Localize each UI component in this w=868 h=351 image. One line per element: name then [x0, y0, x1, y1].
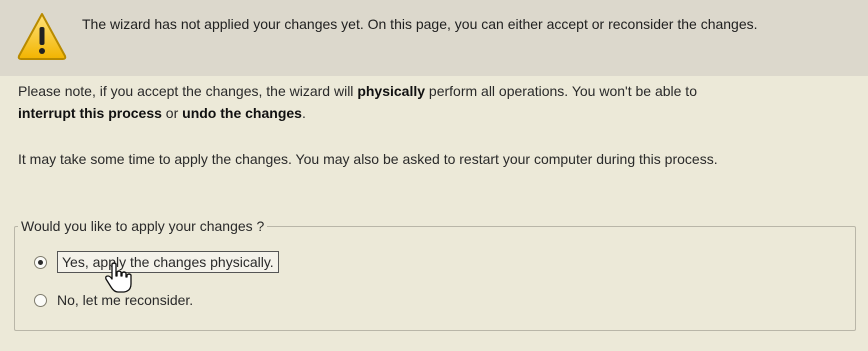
- restart-note: It may take some time to apply the chang…: [18, 151, 718, 167]
- note-bold-physically: physically: [357, 83, 426, 99]
- note-prefix: Please note, if you accept the changes, …: [18, 83, 358, 99]
- hand-cursor-icon: [105, 262, 132, 293]
- warning-icon: [17, 13, 67, 60]
- radio-yes-label[interactable]: Yes, apply the changes physically.: [57, 251, 279, 273]
- note-middle: perform all operations. You won't be abl…: [425, 83, 697, 99]
- physical-operations-note: Please note, if you accept the changes, …: [18, 80, 858, 124]
- apply-changes-groupbox: [14, 226, 856, 331]
- radio-yes-button[interactable]: [34, 255, 47, 269]
- warning-banner: The wizard has not applied your changes …: [0, 0, 868, 76]
- warning-message: The wizard has not applied your changes …: [82, 16, 758, 32]
- groupbox-legend: Would you like to apply your changes ?: [18, 216, 268, 236]
- radio-no-button[interactable]: [34, 293, 47, 307]
- note-end: .: [301, 105, 306, 121]
- note-bold-interrupt: interrupt this process: [18, 105, 162, 121]
- wizard-page: The wizard has not applied your changes …: [0, 0, 868, 351]
- radio-option-yes[interactable]: Yes, apply the changes physically.: [34, 249, 279, 275]
- note-bold-undo: undo the changes: [182, 105, 302, 121]
- note-or: or: [161, 105, 183, 121]
